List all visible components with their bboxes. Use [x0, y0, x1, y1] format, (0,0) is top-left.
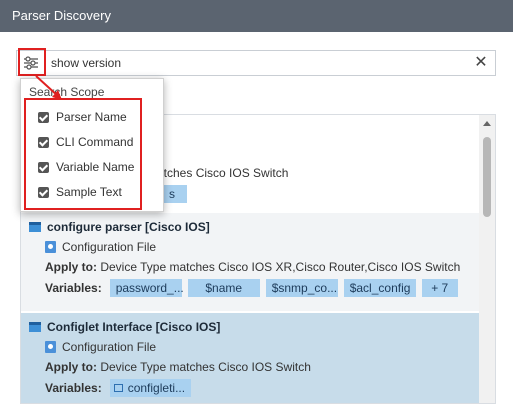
- checkbox-checked[interactable]: [38, 161, 49, 173]
- parser-icon: [29, 322, 41, 332]
- variable-chip[interactable]: $snmp_co...: [265, 279, 338, 297]
- scrollbar[interactable]: [479, 115, 495, 403]
- parser-icon: [29, 222, 41, 232]
- window-title: Parser Discovery: [0, 0, 513, 32]
- search-scope-title: Search Scope: [29, 85, 105, 99]
- scope-option-parser-name[interactable]: Parser Name: [38, 108, 127, 126]
- search-box: ✕: [16, 50, 496, 76]
- scope-options-highlight: Parser Name CLI Command Variable Name Sa…: [24, 98, 142, 210]
- result-apply-to: Apply to: Device Type matches Cisco IOS …: [45, 360, 311, 374]
- config-file-icon: [45, 341, 56, 353]
- variable-chip[interactable]: configleti...: [109, 379, 192, 397]
- result-title: Configlet Interface [Cisco IOS]: [29, 317, 481, 337]
- checkbox-checked[interactable]: [38, 136, 49, 148]
- result-variables: Variables: password_... $name $snmp_co..…: [29, 277, 481, 299]
- result-item-selected[interactable]: Configlet Interface [Cisco IOS] Configur…: [21, 313, 481, 403]
- scope-option-cli-command[interactable]: CLI Command: [38, 133, 133, 151]
- clear-icon[interactable]: ✕: [473, 54, 489, 72]
- result-item[interactable]: configure parser [Cisco IOS] Configurati…: [21, 213, 481, 311]
- table-icon: [113, 384, 123, 392]
- result-type: Configuration File: [29, 337, 481, 357]
- scroll-thumb[interactable]: [483, 137, 491, 217]
- checkbox-checked[interactable]: [38, 111, 49, 123]
- scroll-up-icon[interactable]: [483, 121, 491, 126]
- scope-option-variable-name[interactable]: Variable Name: [38, 158, 134, 176]
- filter-button[interactable]: [19, 52, 43, 74]
- search-input[interactable]: [51, 54, 451, 72]
- variable-chip[interactable]: $name: [187, 279, 260, 297]
- result-type: Configuration File: [29, 237, 481, 257]
- result-apply-to: Apply to: Device Type matches Cisco IOS …: [45, 260, 461, 274]
- variable-chip[interactable]: password_...: [109, 279, 184, 297]
- checkbox-checked[interactable]: [38, 186, 49, 198]
- variable-chip[interactable]: $acl_config: [343, 279, 416, 297]
- more-variables-chip[interactable]: + 7: [421, 279, 458, 297]
- scope-option-sample-text[interactable]: Sample Text: [38, 183, 122, 201]
- config-file-icon: [45, 241, 56, 253]
- result-title: configure parser [Cisco IOS]: [29, 217, 481, 237]
- sliders-icon: [24, 56, 38, 70]
- result-variables: Variables: configleti...: [29, 377, 481, 399]
